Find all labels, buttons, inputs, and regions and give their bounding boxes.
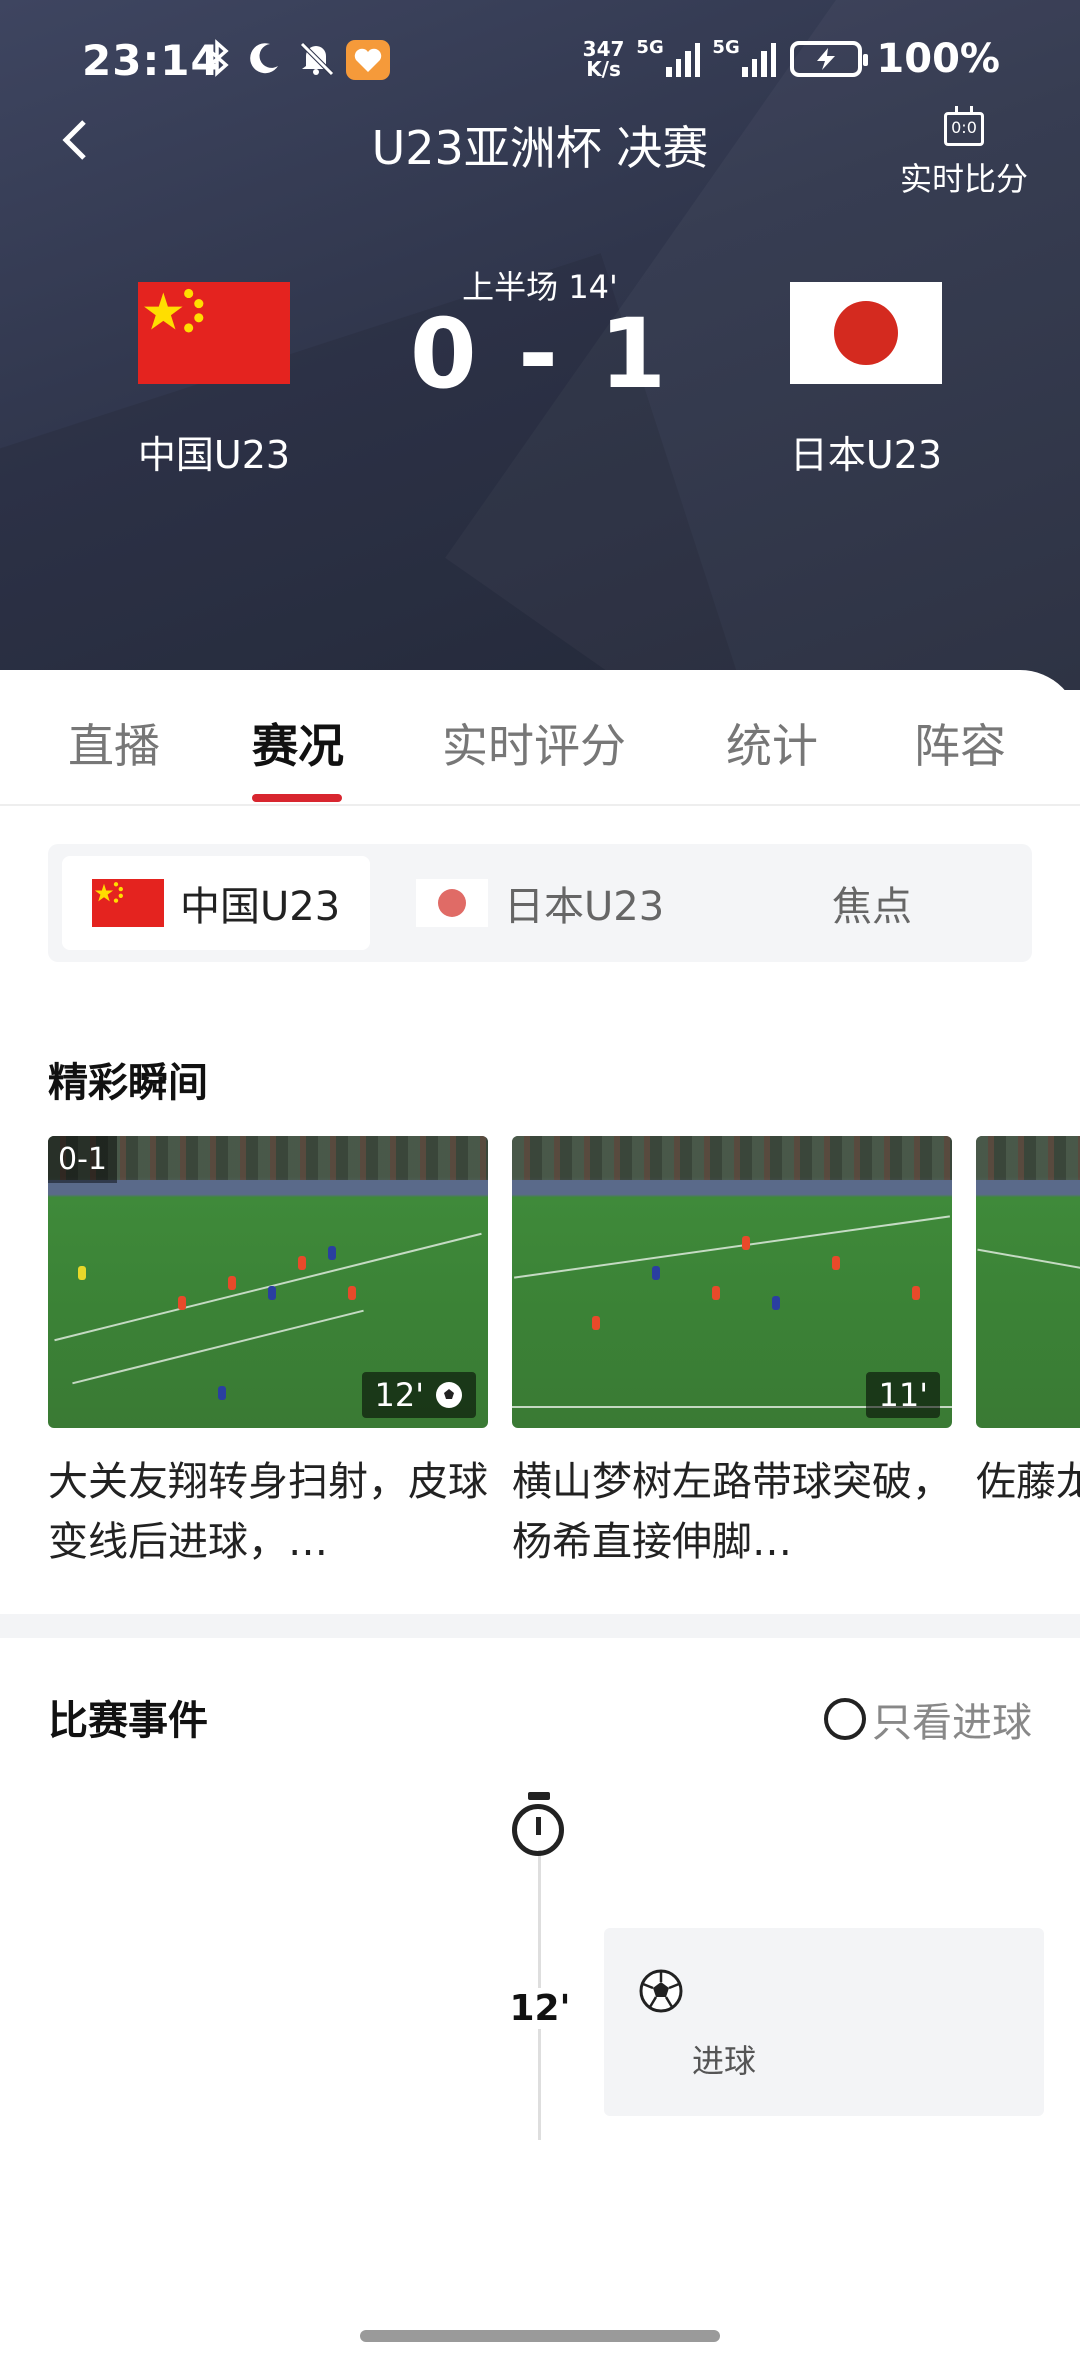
china-flag-icon [92, 879, 164, 927]
highlight-score-badge: 0-1 [48, 1136, 117, 1183]
tab-match-status[interactable]: 赛况 [252, 710, 344, 776]
moon-icon [244, 38, 284, 87]
tab-live-rating[interactable]: 实时评分 [442, 710, 626, 776]
japan-flag-icon [416, 879, 488, 927]
goals-only-toggle[interactable]: 只看进球 [824, 1690, 1032, 1748]
away-team-name: 日本U23 [789, 433, 943, 477]
soccer-ball-icon [436, 1382, 462, 1408]
signal-label: 5G [636, 37, 664, 58]
tab-stats[interactable]: 统计 [726, 710, 818, 776]
away-team[interactable]: 日本U23 [776, 282, 956, 479]
goals-only-label: 只看进球 [872, 1700, 1032, 1746]
stopwatch-icon [510, 1792, 568, 1858]
switch-focus[interactable]: 焦点 [832, 856, 912, 950]
team-switch: 中国U23 日本U23 焦点 [48, 844, 1032, 962]
tab-lineup[interactable]: 阵容 [914, 710, 1006, 776]
scoreboard-icon: 0:0 [944, 106, 984, 146]
event-type-label: 进球 [692, 2042, 757, 2080]
bell-off-icon [296, 38, 336, 87]
highlight-thumbnail[interactable]: 0-1 12' [48, 1136, 488, 1428]
switch-away-team[interactable]: 日本U23 [416, 856, 664, 950]
bluetooth-icon [204, 38, 232, 87]
section-divider [0, 1614, 1080, 1638]
match-header: 23:14 347 K/s 5G 5G 100% U23亚洲杯 决赛 0:0 实… [0, 0, 1080, 690]
event-card[interactable]: 进球 [604, 1928, 1044, 2116]
highlight-minute-badge: 12' [362, 1372, 476, 1418]
tab-bar: 直播 赛况 实时评分 统计 阵容 [0, 670, 1080, 806]
highlight-description: 横山梦树左路带球突破，杨希直接伸脚… [512, 1459, 952, 1565]
japan-flag-icon [790, 282, 942, 384]
network-speed-value: 347 [582, 37, 625, 61]
events-title: 比赛事件 [48, 1698, 208, 1744]
battery-percent: 100% [876, 36, 1000, 82]
highlight-minute: 12' [374, 1376, 424, 1414]
signal-label: 5G [712, 37, 740, 58]
switch-home-team[interactable]: 中国U23 [62, 856, 370, 950]
highlight-minute: 11' [878, 1376, 928, 1414]
highlights-title: 精彩瞬间 [48, 1060, 208, 1106]
tab-live[interactable]: 直播 [68, 710, 160, 776]
content-panel: 直播 赛况 实时评分 统计 阵容 中国U23 日本U23 焦点 精彩瞬间 0-1… [0, 670, 1080, 2373]
switch-away-label: 日本U23 [504, 884, 665, 930]
highlight-minute-badge: 11' [866, 1372, 940, 1418]
switch-home-label: 中国U23 [180, 884, 341, 930]
highlight-card[interactable]: 11' 横山梦树左路带球突破，杨希直接伸脚… [512, 1136, 952, 1572]
home-team-name: 中国U23 [137, 433, 291, 477]
battery-icon [790, 41, 869, 77]
highlight-card[interactable]: 0-1 12' 大关友翔转身扫射，皮球变线后进球，… [48, 1136, 488, 1572]
status-time: 23:14 [82, 36, 221, 85]
home-indicator[interactable] [360, 2330, 720, 2342]
soccer-ball-icon [639, 1969, 683, 2013]
signal-icon: 5G [712, 37, 777, 77]
app-heart-icon [346, 40, 390, 89]
highlight-description: 大关友翔转身扫射，皮球变线后进球，… [48, 1459, 488, 1565]
highlight-card[interactable]: 佐藤龙之介…区，古… [976, 1136, 1080, 1572]
event-minute: 12' [498, 1988, 582, 2029]
live-score-label: 实时比分 [899, 160, 1028, 198]
network-speed-unit: K/s [586, 57, 621, 81]
signal-icon: 5G [636, 37, 701, 77]
status-right-group: 347 K/s 5G 5G 100% [583, 36, 1000, 82]
radio-icon[interactable] [824, 1698, 866, 1740]
highlight-thumbnail[interactable] [976, 1136, 1080, 1428]
status-bar: 23:14 347 K/s 5G 5G 100% [0, 28, 1080, 98]
network-speed: 347 K/s [583, 39, 625, 79]
highlight-description: 佐藤龙之介…区，古… [976, 1459, 1080, 1505]
highlight-thumbnail[interactable]: 11' [512, 1136, 952, 1428]
highlights-carousel[interactable]: 0-1 12' 大关友翔转身扫射，皮球变线后进球，… 11' 横山梦树左路带球突… [48, 1136, 1080, 1576]
active-tab-indicator [252, 794, 342, 802]
live-score-button[interactable]: 0:0 实时比分 [894, 106, 1034, 200]
